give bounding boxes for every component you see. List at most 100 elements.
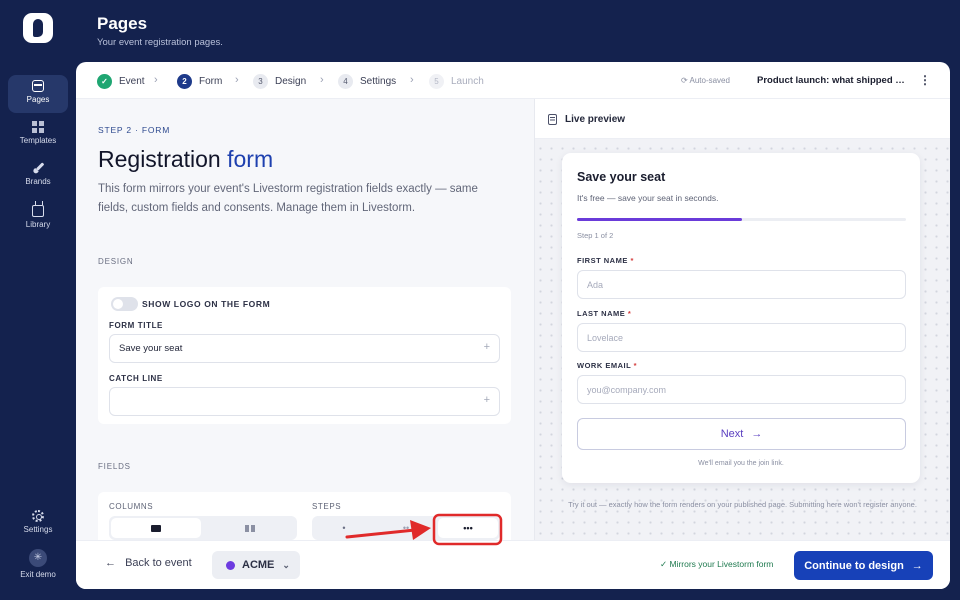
step-design[interactable]: 3 Design <box>253 73 306 89</box>
page-title: Pages <box>97 14 148 33</box>
step-label: Settings <box>360 75 397 87</box>
field-label-text: LAST NAME <box>577 309 626 318</box>
fields-section-label: FIELDS <box>98 462 131 471</box>
show-logo-toggle[interactable] <box>111 297 138 311</box>
field-label-text: FIRST NAME <box>577 256 628 265</box>
back-label: Back to event <box>125 557 192 569</box>
autosave-label: Auto-saved <box>689 76 730 85</box>
document-icon <box>548 114 557 125</box>
more-options-icon[interactable]: ⋮ <box>919 73 931 87</box>
step-form[interactable]: 2 Form <box>177 73 222 89</box>
preview-email-note: We'll email you the join link. <box>698 460 784 467</box>
preview-next-button[interactable]: Next → <box>577 418 906 450</box>
chevron-right-icon: › <box>320 74 324 86</box>
brand-name: ACME <box>242 559 275 571</box>
chevron-right-icon: › <box>235 74 239 86</box>
step-label: Launch <box>451 75 484 87</box>
preview-progress-bar <box>577 218 906 221</box>
one-column-icon <box>151 524 161 532</box>
preview-header: Live preview <box>535 99 950 139</box>
arrow-right-icon: → <box>751 428 763 440</box>
exit-demo-button[interactable]: ✳ Exit demo <box>8 549 68 585</box>
mirrors-status: ✓ Mirrors your Livestorm form <box>660 559 773 570</box>
design-panel: SHOW LOGO ON THE FORM FORM TITLE Save yo… <box>98 287 511 424</box>
exit-demo-label: Exit demo <box>20 570 56 579</box>
step-number: 5 <box>429 73 444 89</box>
rail-item-settings[interactable]: Settings <box>8 505 68 543</box>
left-rail: Pages Templates Brands Library Settings … <box>0 0 76 600</box>
add-variable-icon[interactable]: + <box>484 341 490 353</box>
design-section-label: DESIGN <box>98 257 134 266</box>
autosave-status: ⟳ Auto-saved <box>681 76 730 85</box>
steps-one-option[interactable]: • <box>314 518 374 538</box>
preview-title: Live preview <box>565 114 626 125</box>
form-title-label: FORM TITLE <box>109 321 163 330</box>
pages-icon <box>32 80 44 92</box>
add-variable-icon[interactable]: + <box>484 394 490 406</box>
step-label: Form <box>199 75 223 87</box>
preview-hint: Try it out — exactly how the form render… <box>568 500 917 509</box>
rail-item-library[interactable]: Library <box>8 198 68 236</box>
preview-form-title: Save your seat <box>577 170 666 184</box>
step-event[interactable]: ✓ Event <box>97 73 145 89</box>
check-icon: ✓ <box>97 73 112 89</box>
wizard-stepper: ✓ Event › 2 Form › 3 Design › 4 Settings… <box>76 62 950 99</box>
step-settings[interactable]: 4 Settings <box>338 73 396 89</box>
brush-icon <box>30 160 47 177</box>
brand-selector[interactable]: ACME ⌄ <box>212 551 300 579</box>
preview-form-card: Save your seat It's free — save your sea… <box>562 153 920 483</box>
steps-two-option[interactable]: •• <box>376 518 436 538</box>
columns-selector <box>109 516 297 540</box>
first-name-label: FIRST NAME * <box>577 256 634 265</box>
step-label: Event <box>119 75 145 87</box>
brand-color-dot <box>226 560 235 570</box>
rail-item-label: Pages <box>26 95 50 104</box>
columns-one-option[interactable] <box>111 518 201 538</box>
exit-icon: ✳ <box>29 549 47 567</box>
step-number: 3 <box>253 73 268 89</box>
first-name-input[interactable]: Ada <box>577 270 906 299</box>
chevron-right-icon: › <box>154 74 158 86</box>
last-name-input[interactable]: Lovelace <box>577 323 906 352</box>
step-number: 2 <box>177 73 192 89</box>
chevron-down-icon: ⌄ <box>282 559 290 570</box>
catch-line-input[interactable]: + <box>109 387 500 416</box>
steps-label: STEPS <box>312 502 342 511</box>
rail-item-pages[interactable]: Pages <box>8 75 68 113</box>
live-preview-pane: Live preview Save your seat It's free — … <box>535 99 950 540</box>
form-title-value: Save your seat <box>119 343 183 354</box>
field-label-text: WORK EMAIL <box>577 361 632 370</box>
back-to-event-button[interactable]: ← Back to event <box>105 557 192 569</box>
rail-item-brands[interactable]: Brands <box>8 157 68 195</box>
app-logo[interactable] <box>23 13 53 43</box>
columns-label: COLUMNS <box>109 502 154 511</box>
continue-to-design-button[interactable]: Continue to design → <box>794 551 933 580</box>
arrow-right-icon: → <box>911 559 923 572</box>
columns-two-option[interactable] <box>205 518 295 538</box>
editor-title: Registration form <box>98 146 273 173</box>
rail-item-label: Settings <box>23 525 53 534</box>
next-label: Next <box>720 428 744 440</box>
gear-icon <box>32 510 44 522</box>
templates-icon <box>32 121 44 133</box>
step-eyebrow: STEP 2 · FORM <box>98 125 171 135</box>
editor-description: This form mirrors your event's Livestorm… <box>98 183 478 214</box>
bottom-action-bar: ← Back to event ACME ⌄ ✓ Mirrors your Li… <box>76 540 950 589</box>
form-editor-pane: STEP 2 · FORM Registration form This for… <box>76 99 534 540</box>
required-mark: * <box>630 256 634 265</box>
steps-selector: • •• ••• <box>312 516 500 540</box>
last-name-label: LAST NAME * <box>577 309 631 318</box>
two-column-icon <box>245 524 255 532</box>
progress-fill <box>577 218 742 221</box>
required-mark: * <box>627 309 632 318</box>
work-email-input[interactable]: you@company.com <box>577 375 906 404</box>
step-label: Design <box>275 75 307 87</box>
steps-three-option[interactable]: ••• <box>438 518 498 538</box>
fields-panel: COLUMNS STEPS • •• ••• <box>98 492 511 540</box>
arrow-left-icon: ← <box>105 557 116 569</box>
rail-item-templates[interactable]: Templates <box>8 116 68 154</box>
catch-line-label: CATCH LINE <box>109 374 163 383</box>
rail-item-label: Library <box>25 220 51 229</box>
form-title-input[interactable]: Save your seat + <box>109 334 500 363</box>
editor-card: ✓ Event › 2 Form › 3 Design › 4 Settings… <box>76 62 950 589</box>
